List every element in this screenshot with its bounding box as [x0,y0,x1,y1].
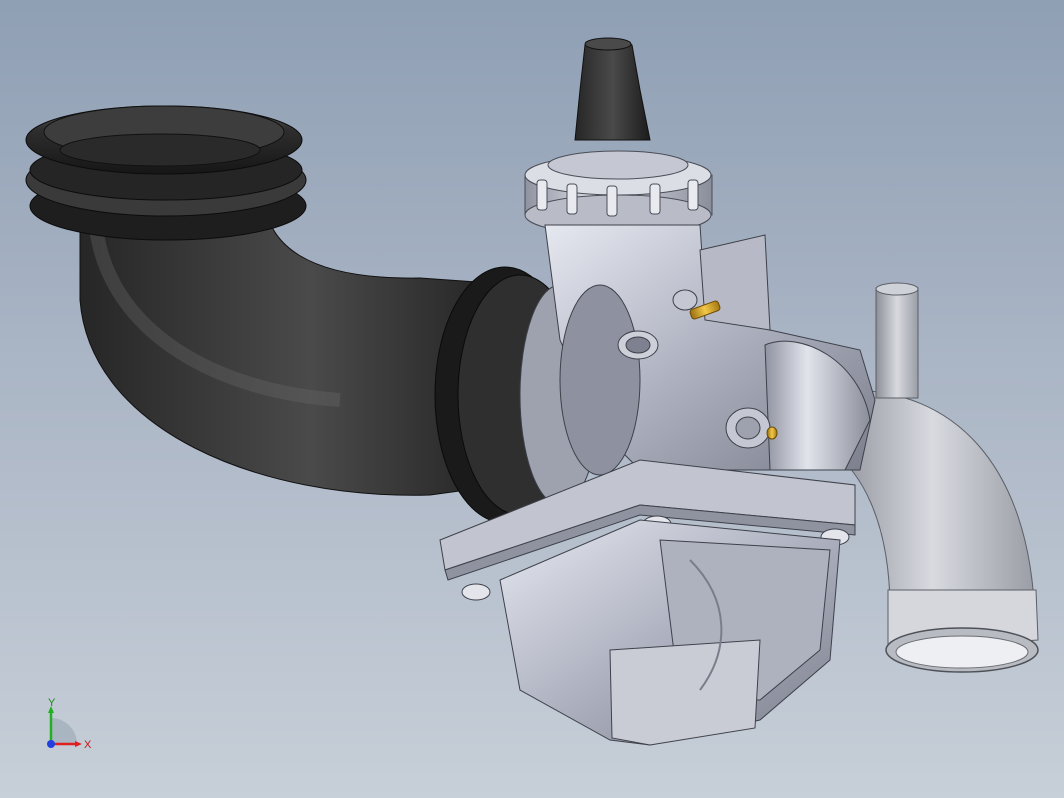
throttle-boot[interactable] [574,37,651,141]
z-axis-dot [47,740,55,748]
intake-elbow-hose[interactable] [25,105,601,524]
axis-triad: Y X [47,698,92,751]
x-axis-label: X [84,739,92,751]
carburetor-body[interactable] [544,224,876,476]
float-bowl[interactable] [499,519,841,746]
cad-viewport[interactable]: Y X [0,0,1064,798]
carburetor-3d-model[interactable] [0,0,1064,798]
vent-tube[interactable] [875,282,919,399]
y-axis-label: Y [48,698,56,709]
throttle-cap[interactable] [524,150,713,236]
